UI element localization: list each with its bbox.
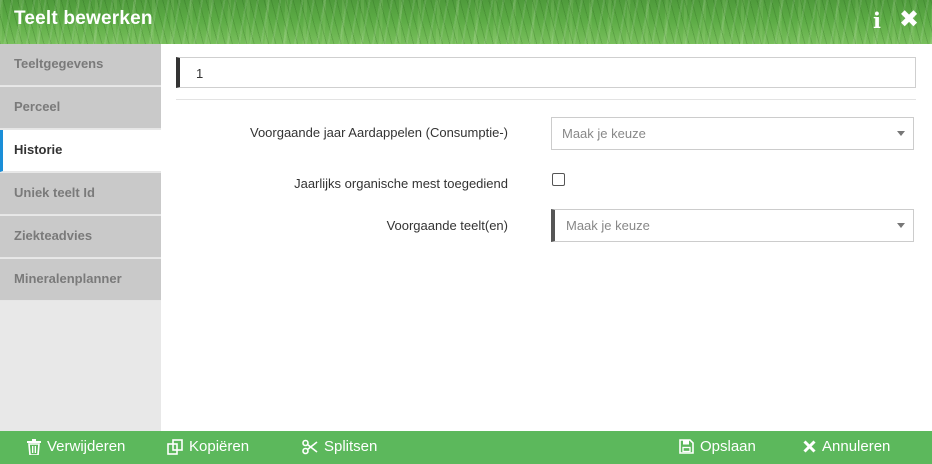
first-field-input[interactable]: 1 (176, 57, 916, 88)
dialog-header: Teelt bewerken i ✖ (0, 0, 932, 44)
x-icon (803, 440, 816, 453)
delete-button[interactable]: Verwijderen (27, 438, 125, 455)
dialog-title: Teelt bewerken (14, 8, 153, 29)
sidebar-item-mineralenplanner[interactable]: Mineralenplanner (0, 259, 161, 301)
floppy-disk-icon (679, 439, 694, 454)
previous-year-select[interactable]: Maak je keuze (551, 117, 914, 150)
close-icon[interactable]: ✖ (899, 5, 919, 34)
sidebar-item-ziekteadvies[interactable]: Ziekteadvies (0, 216, 161, 258)
sidebar-item-teeltgegevens[interactable]: Teeltgegevens (0, 44, 161, 86)
split-button[interactable]: Splitsen (302, 438, 377, 455)
caret-down-icon (897, 131, 905, 136)
trash-icon (27, 438, 41, 455)
sidebar-item-historie[interactable]: Historie (0, 130, 161, 172)
cancel-label: Annuleren (822, 438, 891, 455)
sidebar-item-uniek-teelt-id[interactable]: Uniek teelt Id (0, 173, 161, 215)
scissors-icon (302, 439, 318, 455)
section-divider (176, 99, 916, 100)
previous-year-label: Voorgaande jaar Aardappelen (Consumptie-… (249, 125, 508, 140)
info-icon[interactable]: i (873, 8, 881, 33)
sidebar: Teeltgegevens Perceel Historie Uniek tee… (0, 44, 161, 431)
cancel-button[interactable]: Annuleren (803, 438, 890, 455)
save-button[interactable]: Opslaan (679, 438, 756, 455)
previous-crops-select[interactable]: Maak je keuze (551, 209, 914, 242)
footer-toolbar: Verwijderen Kopiëren Splitsen Opslaan An… (0, 431, 932, 464)
previous-crops-placeholder: Maak je keuze (566, 218, 650, 233)
caret-down-icon (897, 223, 905, 228)
delete-label: Verwijderen (47, 438, 126, 455)
organic-manure-label: Jaarlijks organische mest toegediend (294, 176, 508, 191)
copy-icon (167, 438, 183, 455)
organic-manure-checkbox[interactable] (552, 173, 565, 186)
previous-crops-label: Voorgaande teelt(en) (386, 218, 508, 233)
split-label: Splitsen (324, 438, 378, 455)
copy-button[interactable]: Kopiëren (167, 438, 249, 455)
save-label: Opslaan (700, 438, 756, 455)
copy-label: Kopiëren (189, 438, 250, 455)
sidebar-item-perceel[interactable]: Perceel (0, 87, 161, 129)
previous-year-placeholder: Maak je keuze (562, 126, 646, 141)
